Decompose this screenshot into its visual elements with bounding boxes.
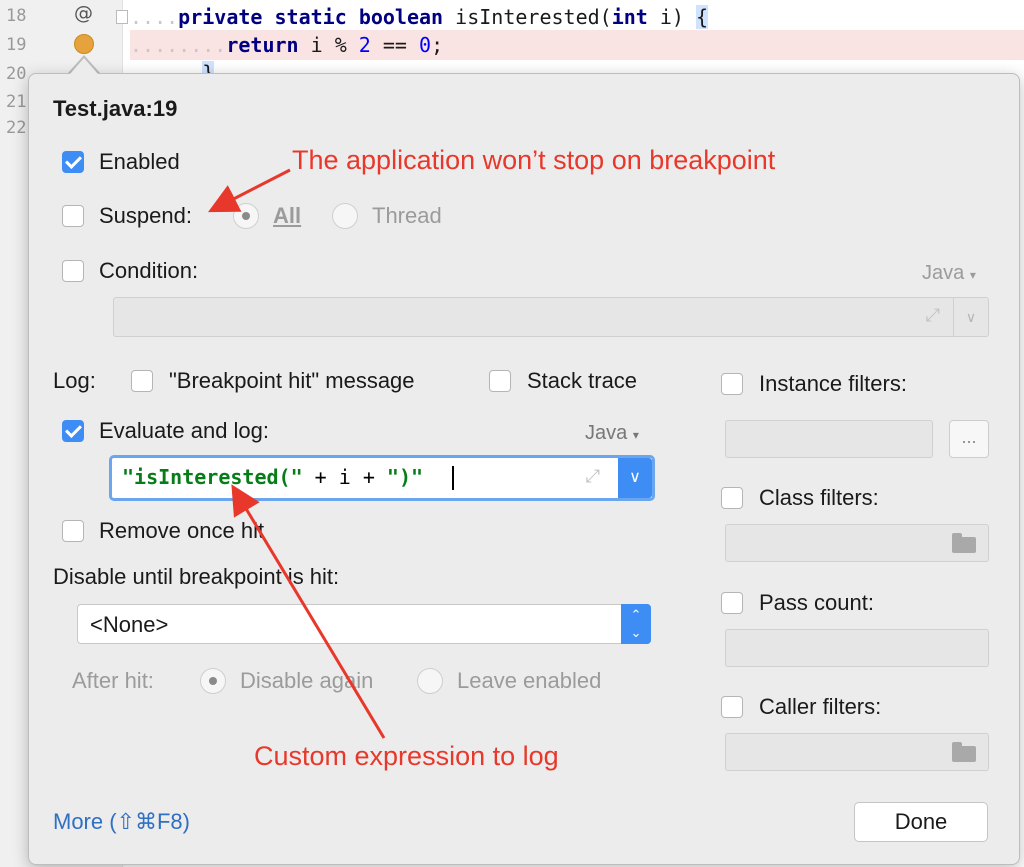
arrow-to-expression [231, 484, 386, 739]
arrow-to-suspend [207, 168, 291, 213]
annotation-arrows [207, 168, 386, 739]
